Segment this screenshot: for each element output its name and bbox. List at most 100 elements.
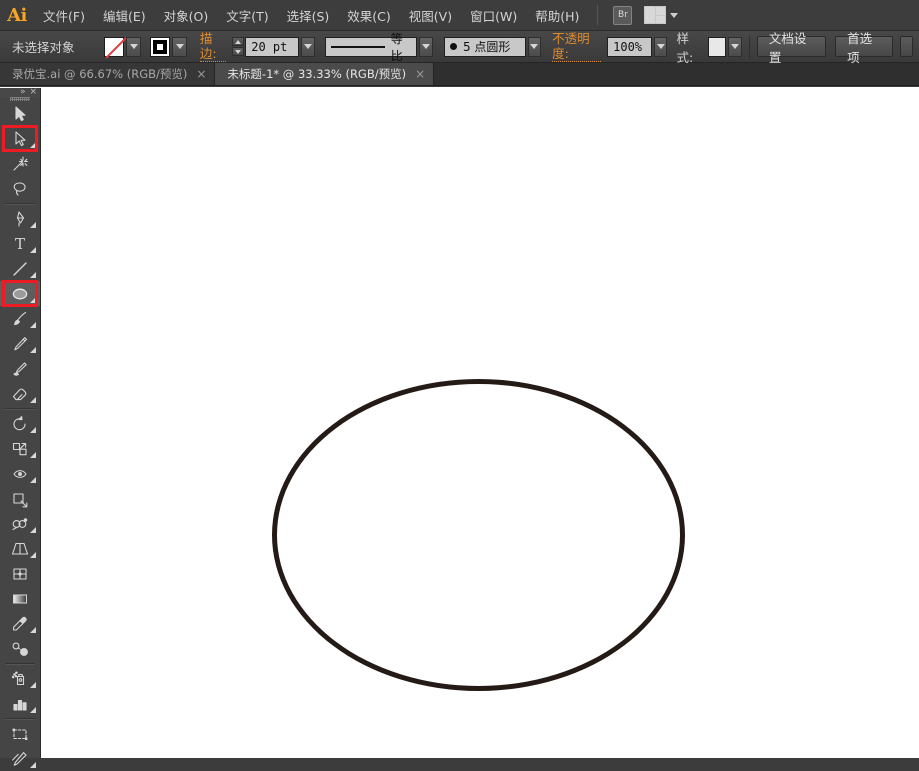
pencil-tool[interactable] [0, 331, 40, 356]
stroke-swatch[interactable] [150, 36, 171, 57]
tool-list: T [0, 101, 40, 771]
tool-flyout-indicator-icon [30, 427, 36, 433]
mesh-tool[interactable] [0, 561, 40, 586]
stepper-down-button[interactable] [232, 47, 245, 56]
magic-wand-tool[interactable] [0, 151, 40, 176]
brush-definition-dropdown-button[interactable] [527, 36, 542, 57]
stroke-profile-dropdown-button[interactable] [419, 36, 434, 57]
width-tool[interactable] [0, 461, 40, 486]
document-setup-button[interactable]: 文档设置 [756, 31, 827, 65]
pen-icon [10, 210, 30, 228]
menu-effect[interactable]: 效果(C) [338, 1, 399, 30]
selection-tool[interactable] [0, 101, 40, 126]
blob-brush-tool[interactable] [0, 356, 40, 381]
symbol-sprayer-tool[interactable] [0, 666, 40, 691]
opacity-label[interactable]: 不透明度: [552, 31, 602, 62]
stepper-up-button[interactable] [232, 37, 245, 46]
gradient-icon [10, 590, 30, 608]
slice-tool[interactable] [0, 746, 40, 771]
artboard-tool[interactable] [0, 721, 40, 746]
ellipse-icon [10, 285, 30, 303]
ellipse-tool[interactable] [0, 281, 40, 306]
menu-help[interactable]: 帮助(H) [526, 1, 588, 30]
bridge-button[interactable]: Br [607, 5, 638, 25]
scale-tool[interactable] [0, 436, 40, 461]
close-icon[interactable]: × [196, 68, 206, 80]
free-transform-tool[interactable] [0, 486, 40, 511]
perspective-grid-tool[interactable] [0, 536, 40, 561]
chevron-down-icon [129, 44, 138, 49]
document-tab-bar: 录优宝.ai @ 66.67% (RGB/预览) × 未标题-1* @ 33.33%… [0, 62, 919, 86]
type-icon: T [10, 235, 30, 253]
chevron-down-icon [422, 44, 431, 49]
lasso-tool[interactable] [0, 176, 40, 201]
tool-flyout-indicator-icon [30, 477, 36, 483]
chevron-down-icon [303, 44, 312, 49]
workspace [0, 87, 919, 758]
chevron-down-icon [530, 44, 539, 49]
controlbar-overflow-button[interactable] [900, 36, 914, 57]
tool-flyout-indicator-icon [30, 527, 36, 533]
width-icon [10, 465, 30, 483]
collapse-icon[interactable]: » [20, 88, 26, 97]
menu-type[interactable]: 文字(T) [217, 1, 277, 30]
menu-bar: Ai 文件(F) 编辑(E) 对象(O) 文字(T) 选择(S) 效果(C) 视图(V) 窗口… [0, 0, 919, 31]
stroke-profile-select[interactable]: 等比 [325, 32, 418, 63]
tool-flyout-indicator-icon [30, 397, 36, 403]
chevron-down-icon [730, 44, 739, 49]
shape-builder-tool[interactable] [0, 511, 40, 536]
graphic-style-dropdown-button[interactable] [728, 36, 742, 57]
blend-tool[interactable] [0, 636, 40, 661]
eyedropper-tool[interactable] [0, 611, 40, 636]
line-segment-icon [10, 260, 30, 278]
ellipse-shape[interactable] [272, 379, 685, 691]
svg-text:T: T [15, 235, 25, 253]
stroke-weight-input[interactable]: 20 pt [245, 36, 299, 57]
fill-dropdown-button[interactable] [126, 36, 142, 57]
document-tab[interactable]: 录优宝.ai @ 66.67% (RGB/预览) × [0, 62, 216, 85]
mesh-icon [10, 565, 30, 583]
stroke-swatch-group[interactable] [150, 36, 188, 57]
tool-flyout-indicator-icon [30, 247, 36, 253]
scale-icon [10, 440, 30, 458]
menu-select[interactable]: 选择(S) [278, 1, 339, 30]
fill-swatch-group[interactable] [104, 36, 142, 57]
stroke-weight-stepper[interactable] [232, 37, 245, 57]
controlbar-divider [748, 35, 750, 58]
tool-flyout-indicator-icon [30, 142, 36, 148]
column-graph-tool[interactable] [0, 691, 40, 716]
document-tab[interactable]: 未标题-1* @ 33.33% (RGB/预览) × [215, 62, 435, 85]
menu-view[interactable]: 视图(V) [400, 1, 461, 30]
arrange-documents-button[interactable] [638, 6, 684, 24]
close-icon[interactable]: × [29, 88, 37, 97]
menu-object[interactable]: 对象(O) [155, 1, 218, 30]
rotate-tool[interactable] [0, 411, 40, 436]
direct-selection-tool[interactable] [0, 126, 40, 151]
graphic-style-swatch[interactable] [707, 36, 727, 57]
pen-tool[interactable] [0, 206, 40, 231]
tool-flyout-indicator-icon [30, 762, 36, 768]
perspective-grid-icon [10, 540, 30, 558]
paintbrush-tool[interactable] [0, 306, 40, 331]
tool-group-divider [5, 408, 35, 409]
close-icon[interactable]: × [415, 68, 425, 80]
stroke-weight-dropdown-button[interactable] [300, 36, 315, 57]
tool-flyout-indicator-icon [30, 272, 36, 278]
menu-file[interactable]: 文件(F) [34, 1, 94, 30]
eraser-tool[interactable] [0, 381, 40, 406]
stroke-weight-label[interactable]: 描边: [199, 31, 227, 62]
brush-definition-select[interactable]: 5 点圆形 [443, 36, 526, 57]
canvas-area[interactable] [0, 87, 919, 758]
opacity-input[interactable]: 100% [607, 36, 652, 57]
stroke-dropdown-button[interactable] [172, 36, 188, 57]
artboard-icon [10, 725, 30, 743]
menu-window[interactable]: 窗口(W) [461, 1, 526, 30]
type-tool[interactable]: T [0, 231, 40, 256]
menu-edit[interactable]: 编辑(E) [94, 1, 155, 30]
preferences-button[interactable]: 首选项 [835, 31, 893, 65]
line-segment-tool[interactable] [0, 256, 40, 281]
pencil-icon [10, 335, 30, 353]
opacity-dropdown-button[interactable] [653, 36, 668, 57]
fill-swatch[interactable] [104, 36, 125, 57]
gradient-tool[interactable] [0, 586, 40, 611]
